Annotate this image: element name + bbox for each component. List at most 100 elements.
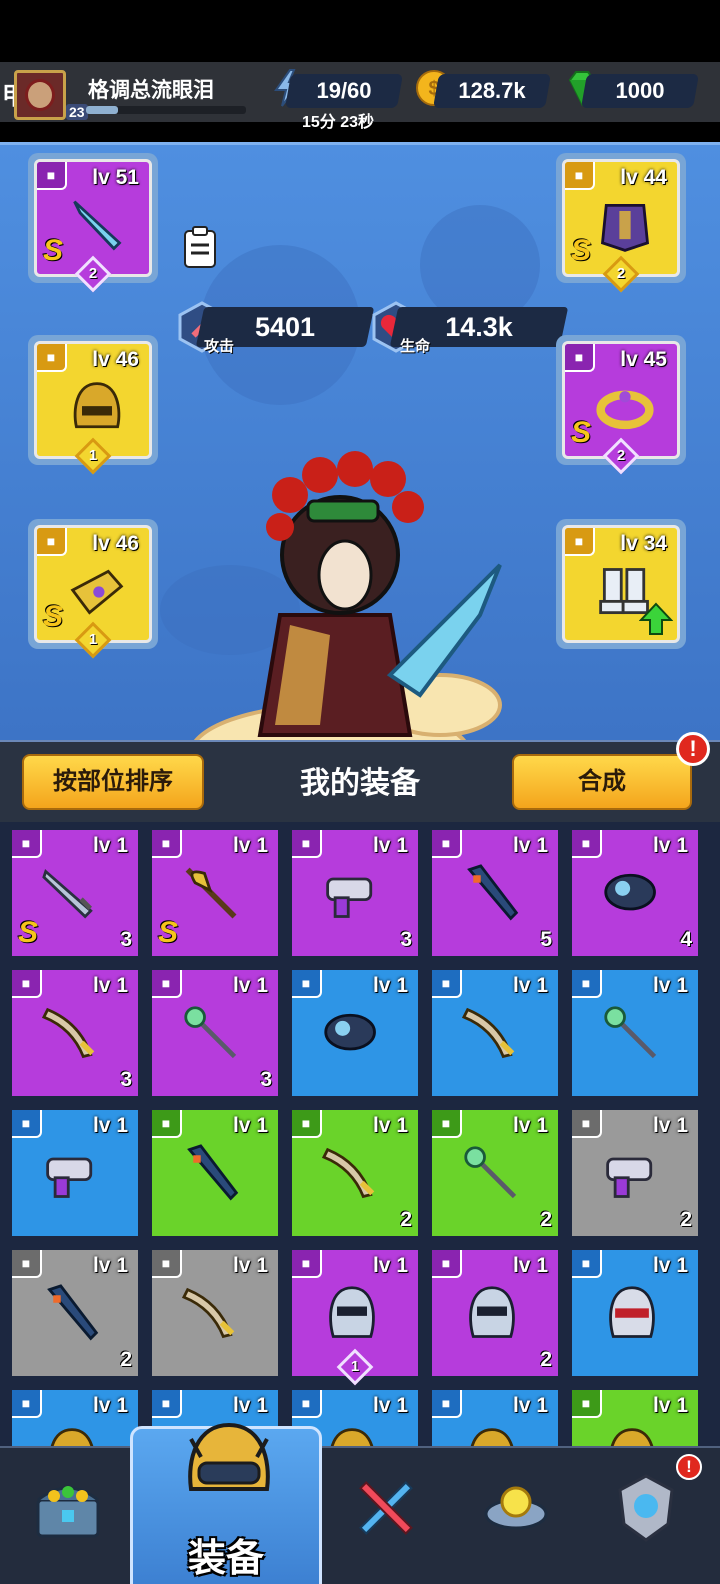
bottom-nav: 装备 bbox=[0, 1422, 720, 1584]
slot-type-icon: ■ bbox=[12, 830, 42, 858]
attack-label: 攻击 bbox=[204, 338, 235, 355]
inventory-item[interactable]: ■ lv 1 S bbox=[152, 830, 278, 956]
slot-type-icon: ■ bbox=[565, 344, 595, 372]
inventory-item[interactable]: ■ lv 1 bbox=[572, 970, 698, 1096]
item-count: 5 bbox=[540, 928, 552, 951]
item-card: ■ lv 1 bbox=[152, 1250, 278, 1376]
merge-button[interactable]: 合成 bbox=[512, 754, 692, 810]
scimitar-icon bbox=[321, 1147, 375, 1199]
slot-type-icon: ■ bbox=[432, 970, 462, 998]
inventory-item[interactable]: ■ lv 1 5 bbox=[432, 830, 558, 956]
rarity-badge: S bbox=[571, 234, 592, 267]
ufo-icon bbox=[484, 1486, 548, 1530]
slot-type-icon: ■ bbox=[12, 1250, 42, 1278]
inventory-item[interactable]: ■ lv 1 3 bbox=[12, 970, 138, 1096]
inventory-item[interactable]: ■ lv 1 bbox=[572, 1250, 698, 1376]
nav-tech[interactable] bbox=[466, 1462, 566, 1572]
avatar[interactable] bbox=[14, 70, 66, 120]
inventory-item[interactable]: ■ lv 1 2 bbox=[12, 1250, 138, 1376]
inventory-item[interactable]: ■ lv 1 bbox=[432, 1390, 558, 1450]
item-count: 3 bbox=[120, 928, 132, 951]
equipped-slot-boots[interactable]: ■ lv 34 bbox=[556, 519, 686, 649]
inventory-item[interactable]: ■ lv 1 2 bbox=[572, 1110, 698, 1236]
ring-icon bbox=[596, 390, 654, 430]
dagger-icon bbox=[73, 200, 122, 251]
inventory-item[interactable]: ■ lv 1 4 bbox=[572, 830, 698, 956]
cannon-icon bbox=[324, 1013, 376, 1051]
slot-type-icon: ■ bbox=[292, 1390, 322, 1418]
player-level: 23 bbox=[66, 104, 88, 120]
inventory-item[interactable]: ■ lv 1 bbox=[432, 970, 558, 1096]
item-card: ■ lv 1 2 bbox=[292, 1110, 418, 1236]
slot-type-icon: ■ bbox=[37, 528, 67, 556]
scimitar-icon bbox=[461, 1007, 515, 1059]
hero-panel: 5401 攻击 14.3k 生命 ■ lv 51 S 2 ■ lv 46 1 ■ lv 46 S 1… bbox=[0, 142, 720, 886]
rarity-badge: S bbox=[18, 916, 39, 949]
slot-type-icon: ■ bbox=[37, 344, 67, 372]
energy-counter[interactable]: 19/60 bbox=[285, 74, 403, 108]
nav-equipment[interactable]: 装备 bbox=[130, 1422, 322, 1584]
crest-icon bbox=[618, 1474, 674, 1542]
slot-type-icon: ■ bbox=[432, 1110, 462, 1138]
item-level: lv 1 bbox=[232, 1394, 268, 1417]
item-count: 2 bbox=[400, 1208, 412, 1231]
inventory-grid: ■ lv 1 S 3 ■ lv 1 S ■ lv 1 3 ■ lv 1 5 ■ lv 1 4 ■ lv 1 3 ■ lv… bbox=[0, 822, 720, 1450]
inventory-item[interactable]: ■ lv 1 3 bbox=[152, 970, 278, 1096]
clipboard-icon[interactable] bbox=[182, 225, 218, 269]
gem-counter[interactable]: 1000 bbox=[581, 74, 699, 108]
slot-type-icon: ■ bbox=[292, 830, 322, 858]
item-level: lv 1 bbox=[92, 1254, 128, 1277]
item-level: lv 51 bbox=[92, 166, 139, 189]
gauntlet-icon bbox=[70, 569, 124, 615]
item-card: ■ lv 1 bbox=[572, 970, 698, 1096]
slot-type-icon: ■ bbox=[572, 1390, 602, 1418]
item-level: lv 1 bbox=[512, 1254, 548, 1277]
equipped-slot-glove[interactable]: ■ lv 46 S 1 bbox=[28, 519, 158, 659]
item-card: ■ lv 1 3 bbox=[12, 970, 138, 1096]
item-count: 2 bbox=[540, 1208, 552, 1231]
inventory-item[interactable]: ■ lv 1 S 3 bbox=[12, 830, 138, 956]
equipped-slot-armor[interactable]: ■ lv 44 S 2 bbox=[556, 153, 686, 293]
inventory-item[interactable]: ■ lv 1 bbox=[152, 1250, 278, 1376]
item-level: lv 44 bbox=[620, 166, 667, 189]
inventory-item[interactable]: ■ lv 1 2 bbox=[292, 1110, 418, 1236]
inventory-item[interactable]: ■ lv 11 bbox=[292, 1250, 418, 1386]
inventory-item[interactable]: ■ lv 1 bbox=[292, 970, 418, 1096]
nav-shop[interactable] bbox=[18, 1462, 118, 1572]
axe-icon bbox=[185, 867, 237, 919]
coin-counter[interactable]: 128.7k bbox=[433, 74, 551, 108]
equipped-slot-helmet[interactable]: ■ lv 46 1 bbox=[28, 335, 158, 475]
staff-icon bbox=[604, 1006, 657, 1059]
inventory-item[interactable]: ■ lv 1 bbox=[152, 1110, 278, 1236]
slot-type-icon: ■ bbox=[292, 1250, 322, 1278]
blaster-icon bbox=[606, 1157, 653, 1198]
item-count: 4 bbox=[680, 928, 692, 951]
nav-rank[interactable] bbox=[596, 1462, 696, 1572]
rarity-badge: S bbox=[43, 234, 64, 267]
slot-type-icon: ■ bbox=[292, 1110, 322, 1138]
inventory-item[interactable]: ■ lv 1 bbox=[12, 1390, 138, 1450]
slot-type-icon: ■ bbox=[37, 162, 67, 190]
inventory-item[interactable]: ■ lv 1 bbox=[12, 1110, 138, 1236]
item-card: ■ lv 1 2 bbox=[432, 1250, 558, 1376]
item-level: lv 1 bbox=[92, 1114, 128, 1137]
inventory-item[interactable]: ■ lv 1 2 bbox=[432, 1110, 558, 1236]
bat-icon bbox=[47, 1284, 99, 1341]
scimitar-icon bbox=[41, 1007, 95, 1059]
slot-type-icon: ■ bbox=[565, 528, 595, 556]
item-level: lv 1 bbox=[232, 1114, 268, 1137]
inventory-item[interactable]: ■ lv 1 3 bbox=[292, 830, 418, 956]
sort-by-slot-button[interactable]: 按部位排序 bbox=[22, 754, 204, 810]
item-count: 2 bbox=[540, 1348, 552, 1371]
item-count: 3 bbox=[260, 1068, 272, 1091]
item-level: lv 1 bbox=[652, 1114, 688, 1137]
nav-battle[interactable] bbox=[336, 1462, 436, 1572]
item-card: ■ lv 1 2 bbox=[432, 1110, 558, 1236]
item-card: ■ lv 34 bbox=[562, 525, 680, 643]
equipped-slot-ring[interactable]: ■ lv 45 S 2 bbox=[556, 335, 686, 475]
item-level: lv 1 bbox=[92, 834, 128, 857]
item-card: ■ lv 1 bbox=[572, 1250, 698, 1376]
inventory-item[interactable]: ■ lv 1 2 bbox=[432, 1250, 558, 1376]
inventory-item[interactable]: ■ lv 1 bbox=[572, 1390, 698, 1450]
equipped-slot-weapon[interactable]: ■ lv 51 S 2 bbox=[28, 153, 158, 293]
